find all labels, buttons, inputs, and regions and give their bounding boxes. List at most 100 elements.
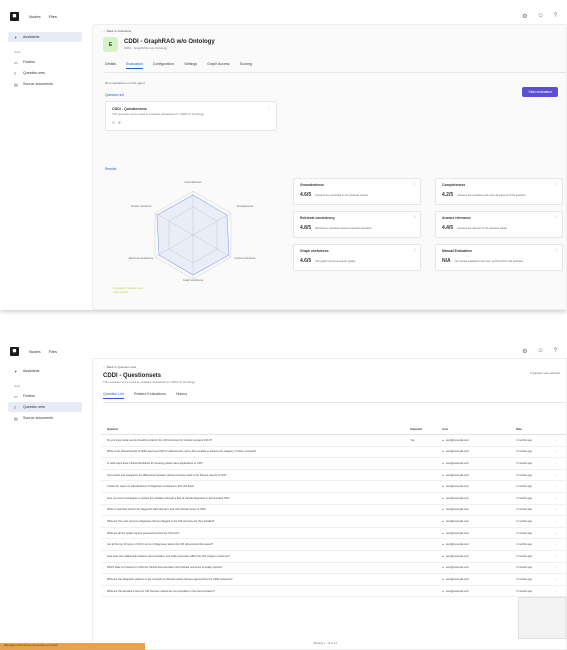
- user-email: user@example.com: [445, 438, 469, 442]
- row-action-icon[interactable]: ›: [556, 508, 566, 511]
- delete-icon[interactable]: ✕: [118, 121, 121, 125]
- user-cell: ● user@example.com: [442, 578, 516, 581]
- row-action-icon[interactable]: ›: [556, 450, 566, 453]
- question-set-actions: ✎ ✕: [112, 121, 121, 125]
- metric-card[interactable]: Answer relevance 4.4/5 Answers are releva…: [435, 211, 563, 238]
- settings-icon[interactable]: ⚙: [522, 13, 527, 20]
- user-email: user@example.com: [445, 461, 469, 465]
- back-link[interactable]: ← Back to Question sets: [103, 365, 566, 369]
- metric-score: 4.6/5: [300, 258, 312, 264]
- tab-question-list[interactable]: Question List: [103, 392, 124, 399]
- table-row[interactable]: List all the top 10 types of CDI in term…: [101, 539, 566, 551]
- sidebar-item-assistants[interactable]: ✦ Assistants: [8, 366, 82, 376]
- question-cell: How does the relationship between docume…: [107, 554, 230, 558]
- info-icon[interactable]: ⓘ: [555, 215, 558, 219]
- row-action-icon[interactable]: ›: [556, 485, 566, 488]
- table-row[interactable]: What is important content for diagnostic…: [101, 505, 566, 517]
- table-row[interactable]: Give me a list of strategies to reduce t…: [101, 493, 566, 505]
- user-icon[interactable]: ☺: [538, 13, 544, 20]
- info-icon[interactable]: ⓘ: [413, 215, 416, 219]
- info-icon[interactable]: ⓘ: [413, 248, 416, 252]
- row-action-icon[interactable]: ›: [556, 520, 566, 523]
- row-action-icon[interactable]: ›: [556, 439, 566, 442]
- column-header-date[interactable]: Date: [516, 428, 556, 431]
- question-cell: What is important content for diagnostic…: [107, 508, 206, 512]
- table-row[interactable]: Which data is of interest in CDDI for cl…: [101, 563, 566, 575]
- help-icon[interactable]: ?: [554, 348, 557, 355]
- row-action-icon[interactable]: ›: [556, 543, 566, 546]
- tab-scoring[interactable]: Scoring: [240, 62, 252, 69]
- screenshot-question-set: ◼ Nodes Files ⚙ ☺ ? ✦ Assistants Data ▭ …: [0, 342, 567, 650]
- column-header-expected[interactable]: Expected: [410, 428, 442, 431]
- table-row[interactable]: How does the relationship between docume…: [101, 551, 566, 563]
- row-action-icon[interactable]: ›: [556, 578, 566, 581]
- sidebar-item-folders[interactable]: ▭ Folders: [8, 391, 82, 401]
- sidebar-item-label: Question sets: [23, 71, 45, 75]
- question-set-card[interactable]: CDDI - Questionsets This question set is…: [105, 101, 277, 131]
- sidebar-item-source-documents[interactable]: ▤ Source documents: [8, 79, 82, 89]
- main-panel: ← Back to Assistants E CDDI - GraphRAG w…: [92, 24, 567, 310]
- user-cell: ● user@example.com: [442, 474, 516, 477]
- table-row[interactable]: What is the clinical benefit of CDDI-app…: [101, 447, 566, 459]
- sidebar-item-folders[interactable]: ▭ Folders: [8, 57, 82, 67]
- sidebar-item-question-sets[interactable]: ≡ Question sets: [8, 402, 82, 412]
- tab-details[interactable]: Details: [105, 62, 116, 69]
- app-logo[interactable]: ◼: [10, 11, 19, 21]
- info-icon[interactable]: ⓘ: [555, 182, 558, 186]
- top-nav-item[interactable]: Files: [49, 349, 57, 354]
- metric-description: Retrieval is consistent across repeated …: [315, 226, 372, 230]
- row-action-icon[interactable]: ›: [556, 566, 566, 569]
- more-options-icon[interactable]: ⋮: [267, 106, 271, 110]
- top-nav-item[interactable]: Files: [49, 14, 57, 19]
- table-row[interactable]: What are the diagnostic patterns in the …: [101, 574, 566, 586]
- column-header-user[interactable]: User: [442, 428, 516, 431]
- table-row[interactable]: What are the deviations found in CDI tha…: [101, 586, 566, 598]
- table-row[interactable]: Do you know what counts should be listed…: [101, 435, 566, 447]
- tab-graph-access[interactable]: Graph Access: [207, 62, 229, 69]
- row-action-icon[interactable]: ›: [556, 462, 566, 465]
- table-row[interactable]: Summarize and categorize the differences…: [101, 470, 566, 482]
- tab-configuration[interactable]: Configuration: [153, 62, 174, 69]
- avatar-icon: ●: [442, 543, 444, 547]
- row-action-icon[interactable]: ›: [556, 497, 566, 500]
- sidebar-item-question-sets[interactable]: ≡ Question sets: [8, 68, 82, 78]
- metric-card[interactable]: Completeness 4.2/5 Answers are complete a…: [435, 178, 563, 205]
- column-header-question[interactable]: Question: [101, 428, 410, 431]
- edit-icon[interactable]: ✎: [112, 121, 115, 125]
- info-icon[interactable]: ⓘ: [413, 182, 416, 186]
- metric-card[interactable]: Groundedness 4.6/5 Answers are grounded i…: [293, 178, 421, 205]
- tab-bar: Question List Related Evaluations Histor…: [103, 392, 566, 403]
- user-icon[interactable]: ☺: [538, 348, 544, 355]
- tab-evaluation[interactable]: Evaluation: [126, 62, 143, 69]
- tab-related-evaluations[interactable]: Related Evaluations: [134, 392, 166, 399]
- row-action-icon[interactable]: ›: [556, 532, 566, 535]
- assistant-badge: E: [103, 37, 118, 52]
- top-nav-item[interactable]: Nodes: [29, 14, 41, 19]
- pagination[interactable]: Showing 1 - 14 of 14: [313, 642, 337, 645]
- metric-card[interactable]: Graph usefulness 4.6/5 The graph improves…: [293, 244, 421, 271]
- sidebar-item-source-documents[interactable]: ▤ Source documents: [8, 413, 82, 423]
- tab-history[interactable]: History: [176, 392, 187, 399]
- app-logo[interactable]: ◼: [10, 346, 19, 356]
- table-row[interactable]: What are all the quality reports generat…: [101, 528, 566, 540]
- table-row[interactable]: Create the report on classifications of …: [101, 481, 566, 493]
- row-action-icon[interactable]: ›: [556, 590, 566, 593]
- sidebar-item-assistants[interactable]: ✦ Assistants: [8, 32, 82, 42]
- avatar-icon: ●: [442, 566, 444, 570]
- doc-icon: ▤: [14, 415, 18, 421]
- settings-icon[interactable]: ⚙: [522, 348, 527, 355]
- metric-card[interactable]: Manual Evaluation N/A No manual evaluatio…: [435, 244, 563, 271]
- back-link[interactable]: ← Back to Assistants: [103, 29, 566, 33]
- table-row[interactable]: In what ways does Clinical Workflows for…: [101, 458, 566, 470]
- radar-note: Last updated: [113, 291, 128, 294]
- top-nav-item[interactable]: Nodes: [29, 349, 41, 354]
- tab-settings[interactable]: Settings: [184, 62, 197, 69]
- row-action-icon[interactable]: ›: [556, 474, 566, 477]
- row-action-icon[interactable]: ›: [556, 555, 566, 558]
- metric-card[interactable]: Retrieval consistency 4.8/5 Retrieval is …: [293, 211, 421, 238]
- user-cell: ● user@example.com: [442, 532, 516, 535]
- table-row[interactable]: What are the most common diagnoses that …: [101, 516, 566, 528]
- info-icon[interactable]: ⓘ: [555, 248, 558, 252]
- help-icon[interactable]: ?: [554, 13, 557, 20]
- start-evaluation-button[interactable]: Start evaluation: [522, 87, 558, 97]
